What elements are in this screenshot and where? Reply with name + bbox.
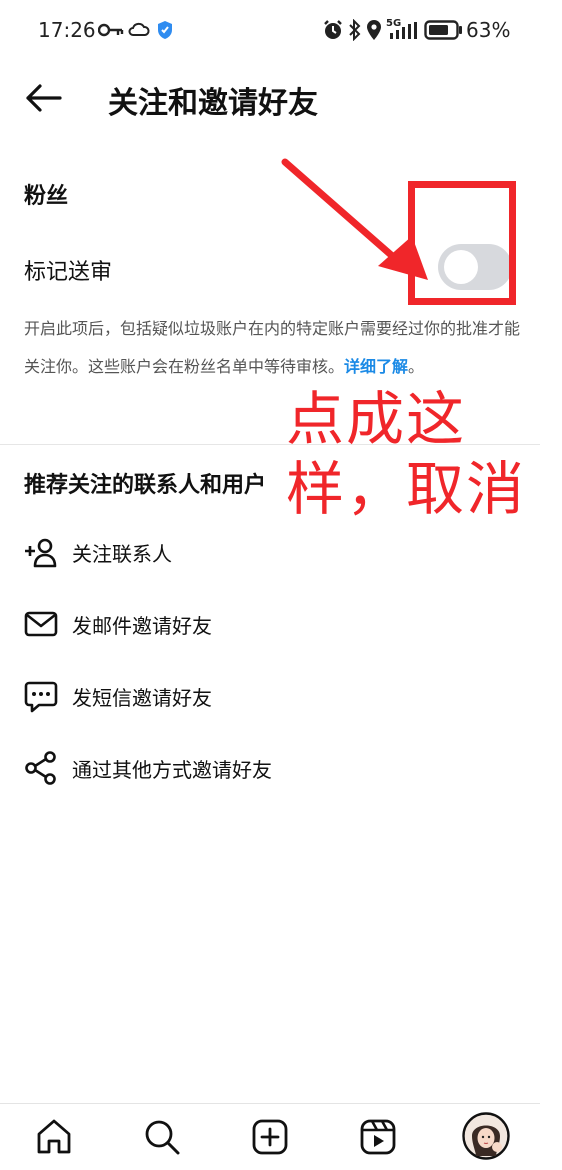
add-person-icon: [24, 535, 58, 569]
mail-icon: [24, 607, 58, 641]
nav-search-button[interactable]: [139, 1114, 185, 1160]
followers-section-title: 粉丝: [24, 184, 69, 209]
follow-contacts-item[interactable]: 关注联系人: [24, 530, 504, 574]
location-icon: [367, 20, 381, 40]
status-time: 17:26: [38, 18, 96, 42]
battery-icon: [424, 20, 462, 40]
share-icon: [24, 751, 58, 785]
description-period: 。: [408, 357, 425, 376]
flag-review-description: 开启此项后，包括疑似垃圾账户在内的特定账户需要经过你的批准才能关注你。这些账户会…: [24, 310, 524, 386]
back-button[interactable]: [24, 80, 64, 116]
menu-item-label: 发邮件邀请好友: [72, 613, 212, 638]
nav-profile-button[interactable]: [462, 1112, 510, 1160]
invite-email-item[interactable]: 发邮件邀请好友: [24, 602, 504, 646]
cloud-icon: [128, 22, 150, 36]
home-icon: [37, 1119, 71, 1154]
key-icon: [98, 23, 124, 37]
page-title: 关注和邀请好友: [108, 86, 318, 121]
nav-reels-button[interactable]: [355, 1114, 401, 1160]
description-text: 开启此项后，包括疑似垃圾账户在内的特定账户需要经过你的批准才能关注你。这些账户会…: [24, 319, 521, 376]
invite-other-item[interactable]: 通过其他方式邀请好友: [24, 746, 504, 790]
create-icon: [252, 1119, 288, 1155]
signal-icon: [390, 22, 417, 39]
recommend-section-title: 推荐关注的联系人和用户: [24, 473, 267, 498]
menu-item-label: 关注联系人: [72, 541, 172, 566]
chat-bubble-icon: [24, 679, 58, 713]
search-icon: [145, 1120, 180, 1155]
status-bar: 17:26 5G 63%: [0, 0, 562, 60]
bottom-nav-divider: [0, 1103, 540, 1104]
profile-avatar: [462, 1112, 510, 1160]
flag-review-label: 标记送审: [24, 260, 113, 285]
shield-icon: [158, 21, 172, 39]
nav-home-button[interactable]: [31, 1114, 77, 1160]
annotation-line-1: 点成这: [286, 385, 467, 453]
menu-item-label: 通过其他方式邀请好友: [72, 757, 272, 782]
annotation-line-2: 样，取消: [286, 455, 527, 523]
battery-percent: 63%: [466, 18, 511, 42]
nav-create-button[interactable]: [247, 1114, 293, 1160]
alarm-icon: [324, 20, 342, 39]
bluetooth-icon: [349, 19, 361, 41]
back-arrow-icon: [26, 84, 62, 112]
red-highlight-box: [408, 181, 516, 305]
invite-sms-item[interactable]: 发短信邀请好友: [24, 674, 504, 718]
learn-more-link[interactable]: 详细了解: [344, 357, 408, 376]
menu-item-label: 发短信邀请好友: [72, 685, 212, 710]
reels-icon: [360, 1119, 396, 1155]
